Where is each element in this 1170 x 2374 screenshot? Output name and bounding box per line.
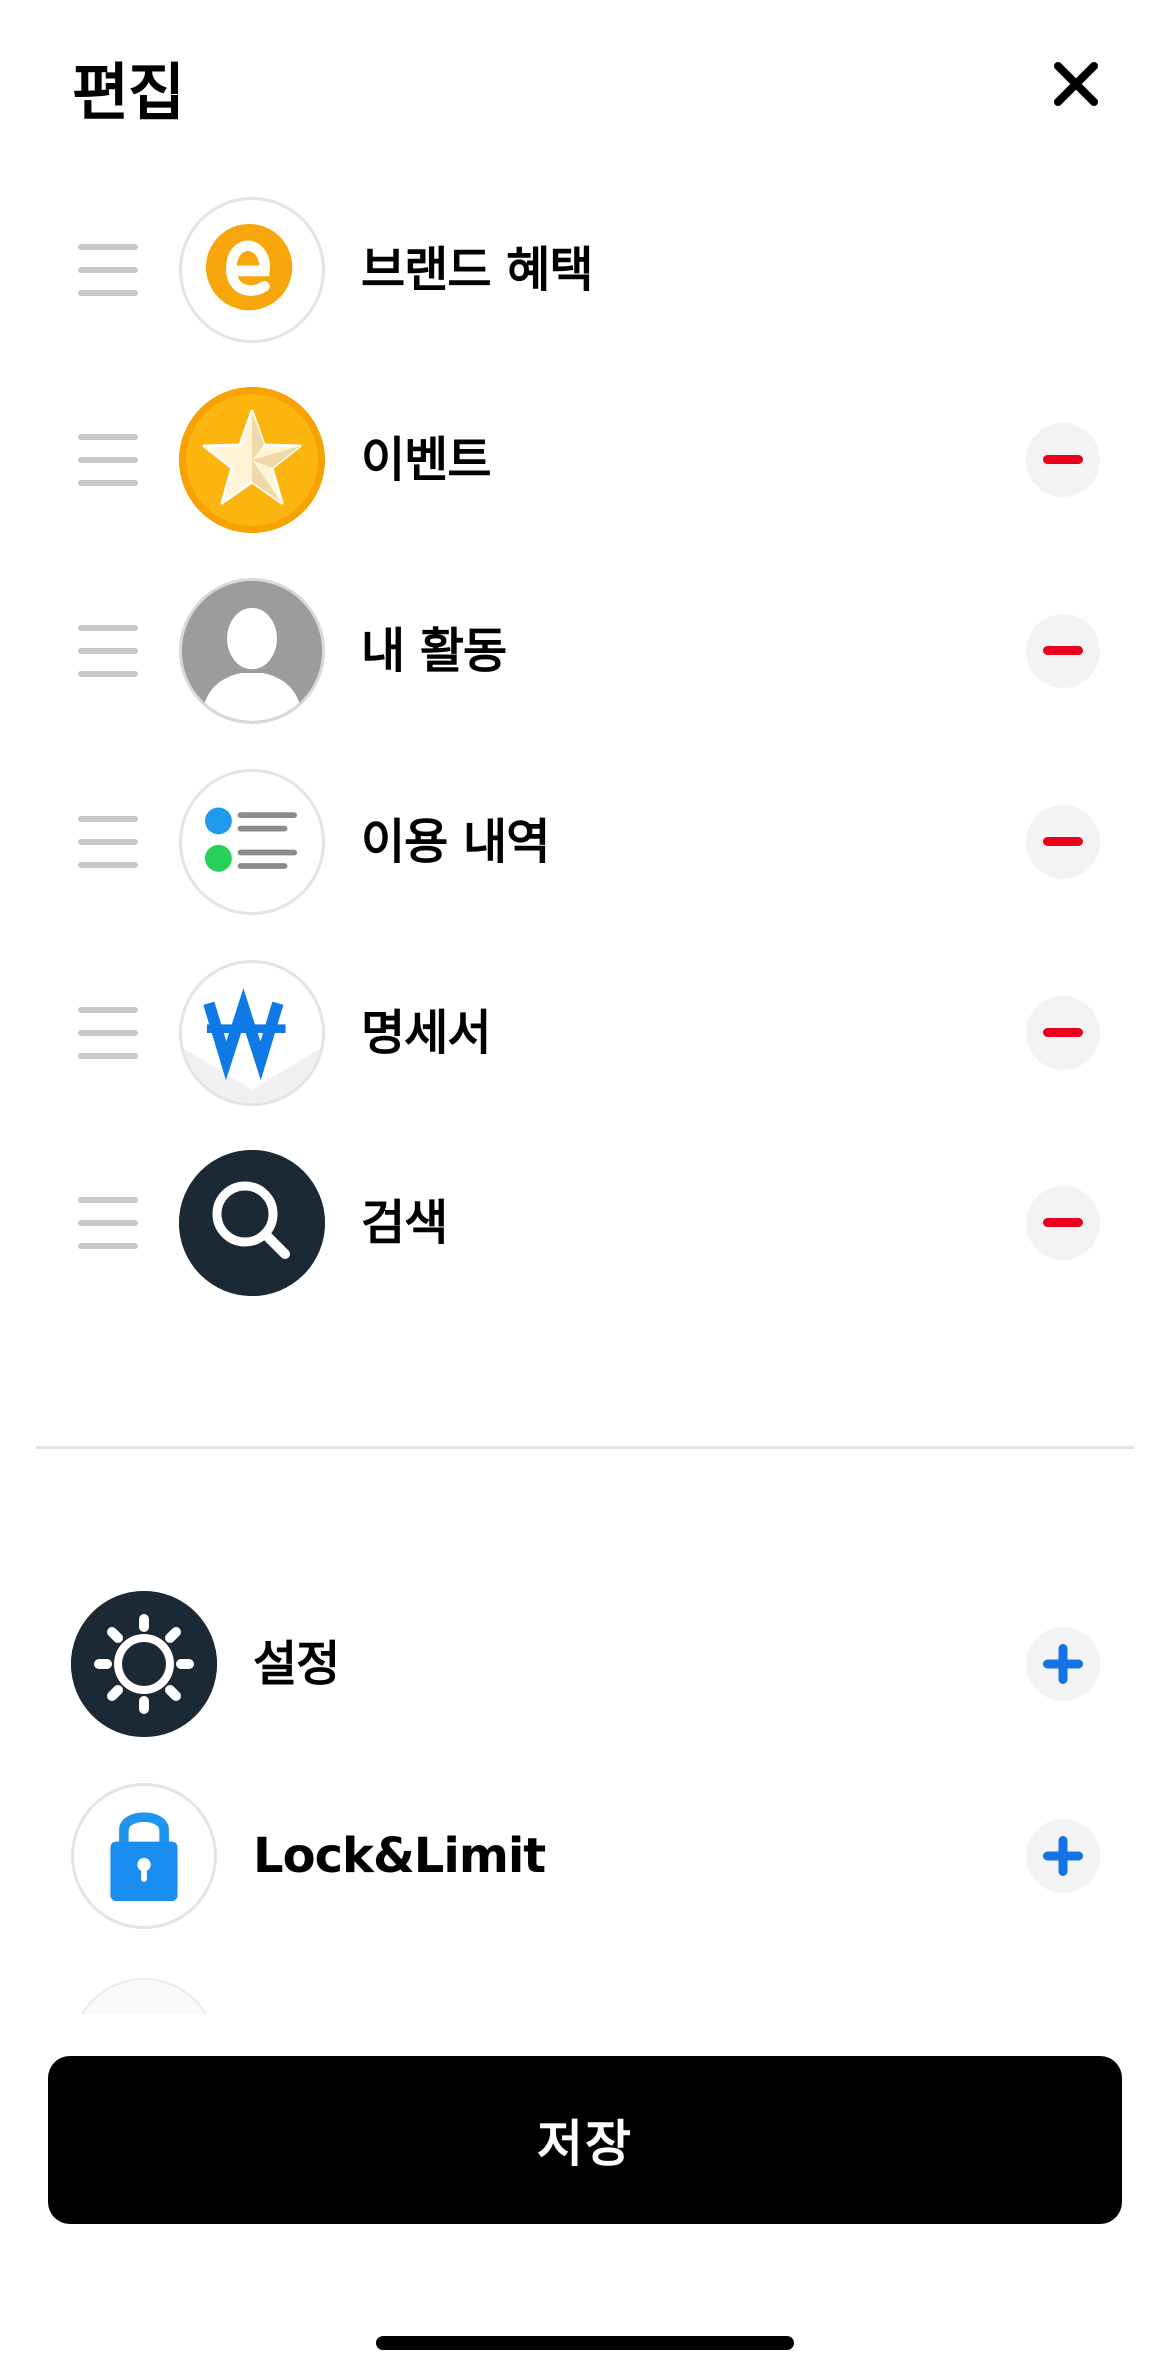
available-item-lock-limit: Lock&Limit (0, 1781, 1170, 1931)
menu-item-search: 검색 (0, 1148, 1170, 1298)
drag-handle-icon[interactable] (78, 816, 138, 868)
remove-button[interactable] (1026, 423, 1100, 497)
available-item-settings: 설정 (0, 1589, 1170, 1739)
menu-item-event: 이벤트 (0, 385, 1170, 535)
save-button[interactable]: 저장 (48, 2056, 1122, 2224)
minus-icon (1043, 1028, 1083, 1037)
menu-item-label: 브랜드 혜택 (361, 242, 594, 298)
minus-icon (1043, 1218, 1083, 1227)
minus-icon (1043, 837, 1083, 846)
statement-icon (179, 960, 325, 1106)
drag-handle-icon[interactable] (78, 244, 138, 296)
menu-item-usage-history: 이용 내역 (0, 767, 1170, 917)
plus-icon (1043, 1644, 1083, 1684)
menu-item-label: 검색 (361, 1195, 448, 1251)
remove-button[interactable] (1026, 1186, 1100, 1260)
menu-item-statement: 명세서 (0, 958, 1170, 1108)
usage-history-icon (179, 769, 325, 915)
drag-handle-icon[interactable] (78, 625, 138, 677)
remove-button[interactable] (1026, 996, 1100, 1070)
event-star-icon (179, 387, 325, 533)
minus-icon (1043, 455, 1083, 464)
menu-item-label: 내 활동 (361, 623, 507, 679)
menu-item-my-activity: 내 활동 (0, 576, 1170, 726)
my-activity-icon (179, 578, 325, 724)
minus-icon (1043, 646, 1083, 655)
drag-handle-icon[interactable] (78, 1007, 138, 1059)
partially-visible-item (71, 1978, 217, 2014)
lock-limit-icon (71, 1783, 217, 1929)
menu-item-label: 이용 내역 (361, 814, 550, 870)
menu-item-label: 명세서 (361, 1005, 491, 1061)
close-icon (1054, 62, 1098, 106)
home-indicator (376, 2336, 794, 2350)
drag-handle-icon[interactable] (78, 1197, 138, 1249)
page-title: 편집 (72, 56, 185, 129)
search-icon (179, 1150, 325, 1296)
menu-item-label: 설정 (253, 1636, 340, 1692)
close-button[interactable] (1036, 44, 1116, 124)
drag-handle-icon[interactable] (78, 434, 138, 486)
remove-button[interactable] (1026, 805, 1100, 879)
menu-item-brand-benefit: 브랜드 혜택 (0, 195, 1170, 345)
add-button[interactable] (1026, 1627, 1100, 1701)
settings-icon (71, 1591, 217, 1737)
menu-item-label: 이벤트 (361, 432, 491, 488)
add-button[interactable] (1026, 1819, 1100, 1893)
remove-button[interactable] (1026, 614, 1100, 688)
menu-item-label: Lock&Limit (253, 1828, 546, 1884)
section-divider (36, 1446, 1134, 1449)
brand-benefit-icon (179, 197, 325, 343)
plus-icon (1043, 1836, 1083, 1876)
